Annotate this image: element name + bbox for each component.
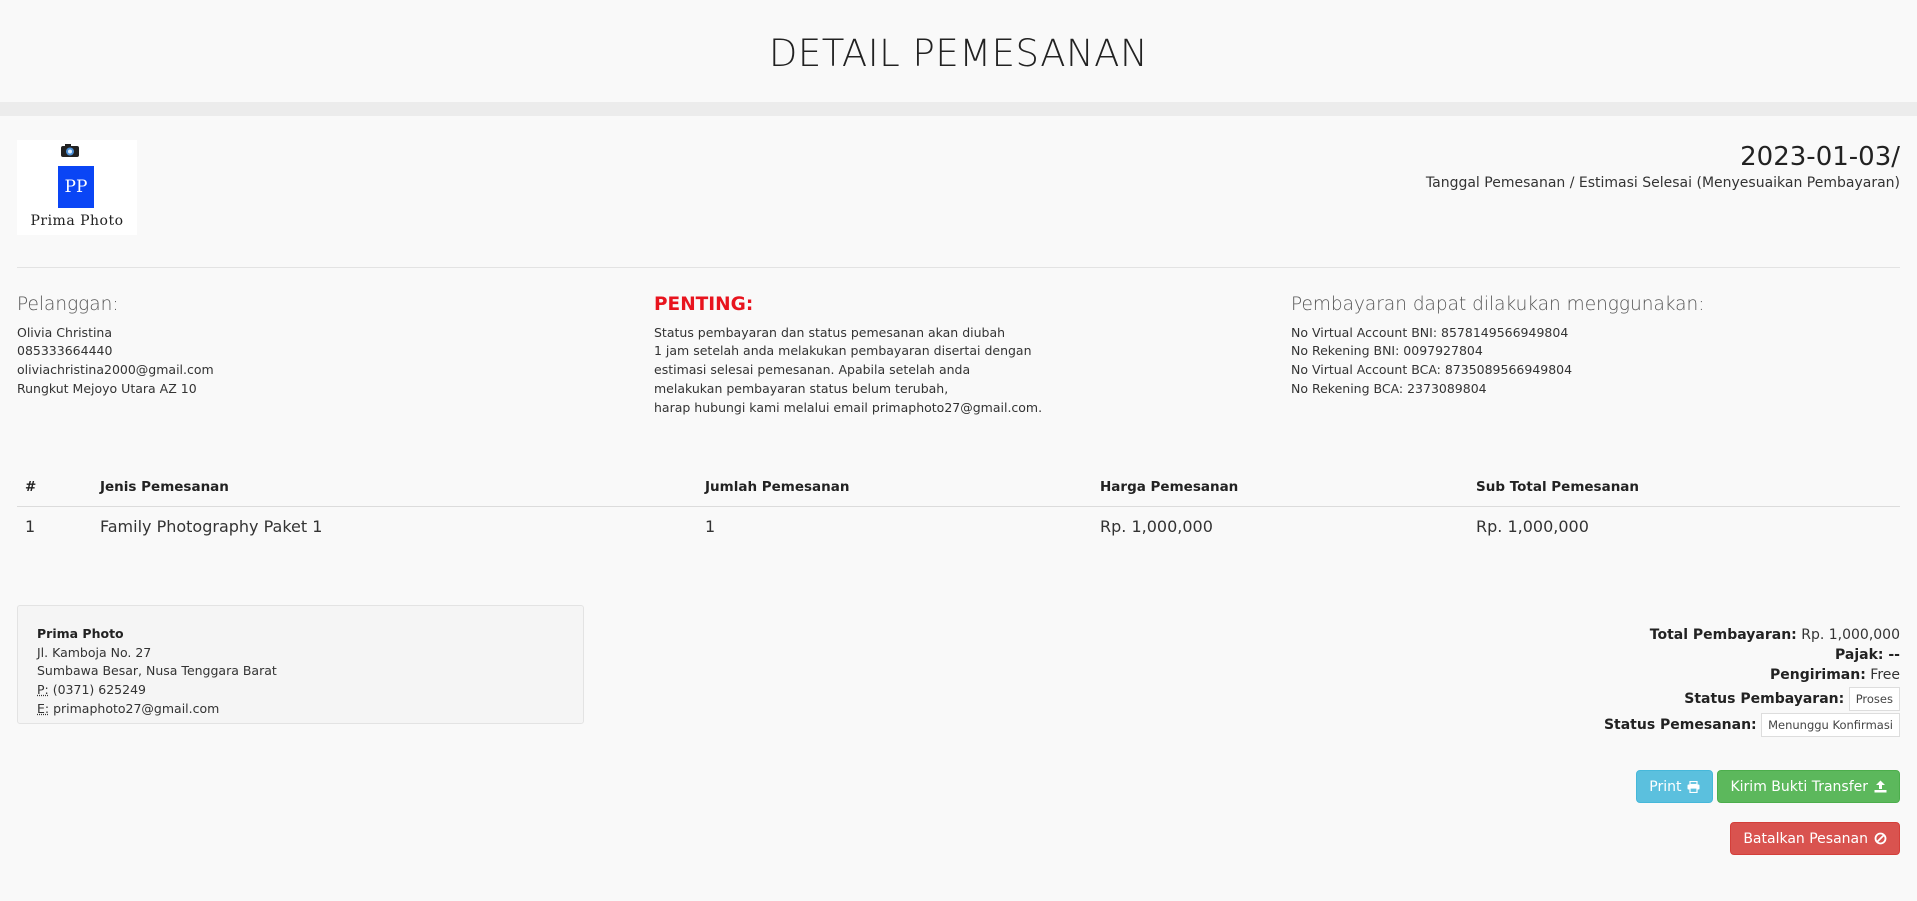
page-title: DETAIL PEMESANAN <box>768 31 1149 75</box>
order-status-label: Status Pemesanan: <box>1603 717 1757 733</box>
cell-number: 1 <box>25 516 36 536</box>
upload-transfer-proof-button[interactable]: Kirim Bukti Transfer <box>1717 770 1900 803</box>
cancel-button-label: Batalkan Pesanan <box>1743 830 1868 847</box>
company-email-line: E: primaphoto27@gmail.com <box>37 700 564 719</box>
order-summary: Total Pembayaran: Rp. 1,000,000 Pajak: -… <box>1604 625 1900 737</box>
company-name: Prima Photo <box>37 626 124 641</box>
page-header: DETAIL PEMESANAN <box>0 0 1917 102</box>
company-address-line1: Jl. Kamboja No. 27 <box>37 644 152 660</box>
email-label: E: <box>37 700 50 716</box>
order-date-block: 2023-01-03/ Tanggal Pemesanan / Estimasi… <box>1426 142 1900 191</box>
action-buttons: Print Kirim Bukti Transfer <box>1636 770 1900 803</box>
cancel-row: Batalkan Pesanan <box>1730 822 1900 855</box>
upload-button-label: Kirim Bukti Transfer <box>1730 778 1868 795</box>
tax-label: Pajak: <box>1835 647 1884 663</box>
payment-status-label: Status Pembayaran: <box>1684 691 1845 707</box>
order-date: 2023-01-03/ <box>1740 142 1900 172</box>
company-phone: (0371) 625249 <box>48 682 146 698</box>
phone-label: P: <box>37 682 49 698</box>
order-date-caption: Tanggal Pemesanan / Estimasi Selesai (Me… <box>1425 175 1900 191</box>
company-info: Prima Photo Jl. Kamboja No. 27 Sumbawa B… <box>17 605 584 724</box>
customer-phone: 085333664440 <box>17 343 113 359</box>
print-button[interactable]: Print <box>1636 770 1714 803</box>
order-status-row: Status Pemesanan: Menunggu Konfirmasi <box>1604 711 1900 737</box>
upload-icon <box>1874 780 1887 793</box>
customer-email: oliviachristina2000@gmail.com <box>17 362 214 378</box>
column-header-type: Jenis Pemesanan <box>92 468 697 507</box>
logo: PP Prima Photo <box>17 140 137 235</box>
important-heading: PENTING: <box>654 294 754 315</box>
printer-icon <box>1687 780 1700 793</box>
company-address-line2: Sumbawa Besar, Nusa Tenggara Barat <box>37 663 277 679</box>
notice-line: Status pembayaran dan status pemesanan a… <box>654 324 1006 340</box>
customer-address: Rungkut Mejoyo Utara AZ 10 <box>17 380 197 396</box>
column-header-quantity: Jumlah Pemesanan <box>697 468 1092 507</box>
customer-name: Olivia Christina <box>17 324 113 340</box>
payment-status-row: Status Pembayaran: Proses <box>1604 685 1900 711</box>
payment-status-badge: Proses <box>1848 687 1900 711</box>
invoice-footer: Prima Photo Jl. Kamboja No. 27 Sumbawa B… <box>17 545 1900 865</box>
print-button-label: Print <box>1649 778 1682 795</box>
logo-mark: PP <box>58 166 94 208</box>
header-divider <box>0 102 1917 116</box>
tax-value: -- <box>1883 647 1900 663</box>
column-header-number: # <box>17 468 92 507</box>
info-row: Pelanggan: Olivia Christina 085333664440… <box>17 268 1900 468</box>
payment-line: No Rekening BCA: 2373089804 <box>1291 380 1487 396</box>
tax-row: Pajak: -- <box>1604 645 1900 665</box>
company-phone-line: P: (0371) 625249 <box>37 681 564 700</box>
payment-info: Pembayaran dapat dilakukan menggunakan: … <box>1291 294 1705 399</box>
notice-line: estimasi selesai pemesanan. Apabila sete… <box>654 362 971 378</box>
total-value: Rp. 1,000,000 <box>1796 627 1900 643</box>
ban-icon <box>1874 832 1887 845</box>
logo-text: Prima Photo <box>30 213 124 229</box>
cell-type: Family Photography Paket 1 <box>100 516 323 536</box>
cell-price: Rp. 1,000,000 <box>1100 516 1213 536</box>
payment-heading: Pembayaran dapat dilakukan menggunakan: <box>1291 294 1705 315</box>
company-email: primaphoto27@gmail.com <box>49 700 220 716</box>
column-header-price: Harga Pemesanan <box>1092 468 1468 507</box>
important-notice: PENTING: Status pembayaran dan status pe… <box>654 294 1043 417</box>
table-header-row: # Jenis Pemesanan Jumlah Pemesanan Harga… <box>17 468 1900 507</box>
total-label: Total Pembayaran: <box>1649 627 1797 643</box>
order-table: # Jenis Pemesanan Jumlah Pemesanan Harga… <box>17 468 1900 545</box>
camera-icon <box>61 144 79 157</box>
customer-heading: Pelanggan: <box>17 294 119 315</box>
invoice: PP Prima Photo 2023-01-03/ Tanggal Pemes… <box>0 116 1917 865</box>
shipping-value: Free <box>1865 667 1900 683</box>
column-header-subtotal: Sub Total Pemesanan <box>1468 468 1900 507</box>
payment-line: No Rekening BNI: 0097927804 <box>1291 343 1483 359</box>
customer-info: Pelanggan: Olivia Christina 085333664440… <box>17 294 214 399</box>
shipping-row: Pengiriman: Free <box>1604 665 1900 685</box>
notice-line: 1 jam setelah anda melakukan pembayaran … <box>654 343 1032 359</box>
payment-line: No Virtual Account BNI: 8578149566949804 <box>1291 324 1569 340</box>
notice-line: melakukan pembayaran status belum teruba… <box>654 380 949 396</box>
payment-line: No Virtual Account BCA: 8735089566949804 <box>1291 362 1573 378</box>
notice-line: harap hubungi kami melalui email primaph… <box>654 399 1043 415</box>
order-status-badge: Menunggu Konfirmasi <box>1761 713 1900 737</box>
invoice-header: PP Prima Photo 2023-01-03/ Tanggal Pemes… <box>17 116 1900 268</box>
total-row: Total Pembayaran: Rp. 1,000,000 <box>1604 625 1900 645</box>
cell-quantity: 1 <box>705 516 716 536</box>
shipping-label: Pengiriman: <box>1769 667 1866 683</box>
cancel-order-button[interactable]: Batalkan Pesanan <box>1730 822 1900 855</box>
table-row: 1 Family Photography Paket 1 1 Rp. 1,000… <box>17 507 1900 546</box>
cell-subtotal: Rp. 1,000,000 <box>1476 516 1589 536</box>
